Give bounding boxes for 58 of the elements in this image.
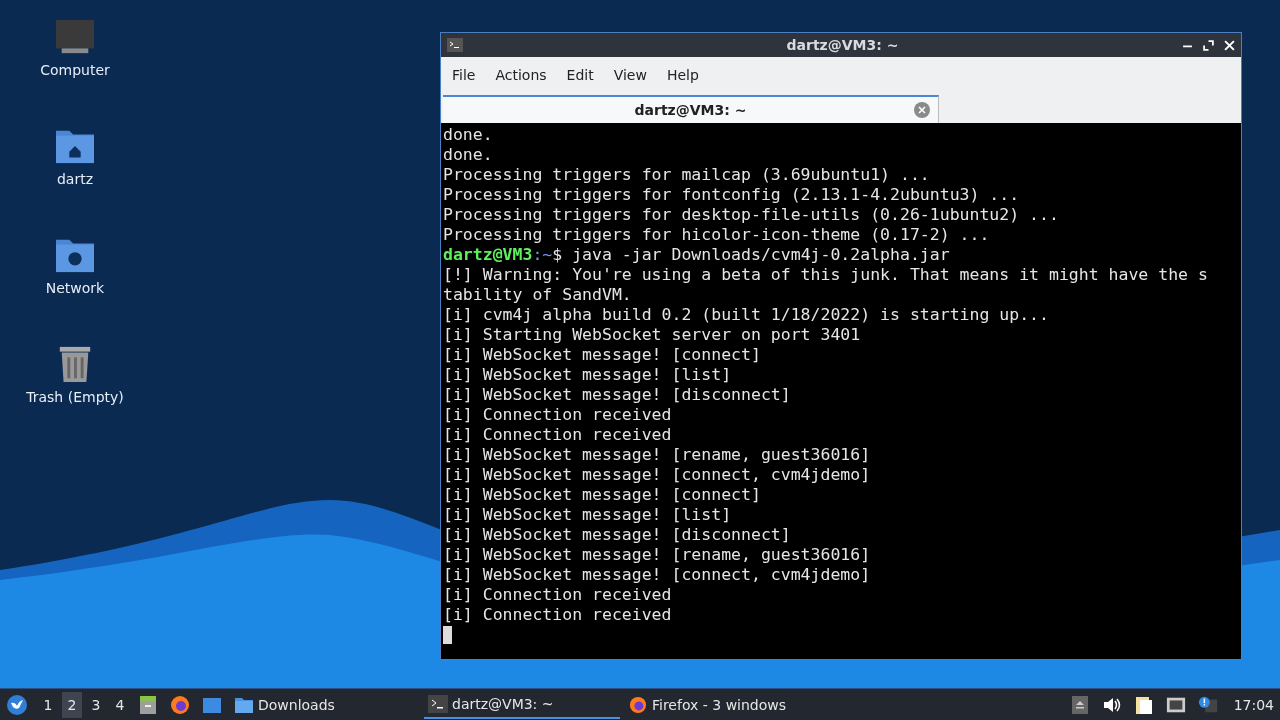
- clipboard-icon[interactable]: [1133, 694, 1154, 715]
- menu-item[interactable]: File: [452, 67, 476, 83]
- workspace-button[interactable]: 1: [38, 691, 58, 718]
- output-line: Processing triggers for hicolor-icon-theme (0.17-2) ...: [443, 225, 990, 245]
- notification-icon[interactable]: [1197, 694, 1218, 715]
- output-line: Processing triggers for fontconfig (2.13.1-4.2ubuntu3) ...: [443, 185, 1020, 205]
- output-line: done.: [443, 125, 493, 145]
- desktop-icon-label[interactable]: dartz: [56, 171, 94, 187]
- output-line: [i] cvm4j alpha build 0.2 (built 1/18/2022) is starting up...: [443, 305, 1049, 325]
- output-line: done.: [443, 145, 493, 165]
- task-button[interactable]: Downloads: [230, 690, 420, 719]
- file-cabinet-icon[interactable]: [138, 694, 158, 715]
- output-line: [i] WebSocket message! [rename, guest36016]: [443, 445, 871, 465]
- task-button[interactable]: dartz@VM3: ~: [424, 690, 620, 719]
- output-line: [i] WebSocket message! [connect]: [443, 345, 761, 365]
- output-line: tability of SandVM.: [443, 285, 632, 305]
- output-line: [i] WebSocket message! [connect, cvm4jdemo]: [443, 465, 871, 485]
- text-cursor: [443, 626, 452, 644]
- output-line: Processing triggers for desktop-file-utils (0.26-1ubuntu2) ...: [443, 205, 1059, 225]
- output-line: [i] WebSocket message! [list]: [443, 365, 732, 385]
- desktop-icon-label[interactable]: Network: [45, 280, 105, 296]
- menu-item[interactable]: View: [613, 67, 647, 83]
- output-line: [i] Connection received: [443, 585, 672, 605]
- terminal-icon: [447, 38, 463, 52]
- clock[interactable]: 17:04: [1233, 696, 1274, 713]
- output-line: [i] WebSocket message! [connect]: [443, 485, 761, 505]
- maximize-icon[interactable]: [1203, 39, 1214, 51]
- folder-icon: [234, 695, 254, 714]
- firefox-icon: [628, 695, 648, 714]
- eject-icon[interactable]: [1069, 694, 1090, 715]
- terminal-tab[interactable]: dartz@VM3: ~: [443, 95, 939, 123]
- output-line: [i] WebSocket message! [list]: [443, 505, 732, 525]
- workspace-button[interactable]: 2: [62, 691, 82, 718]
- output-line: [i] WebSocket message! [disconnect]: [443, 525, 791, 545]
- desktop-icon-label[interactable]: Computer: [40, 62, 110, 78]
- terminal-icon: [428, 694, 448, 713]
- menu-item[interactable]: Edit: [566, 67, 594, 83]
- output-line: [i] WebSocket message! [rename, guest36016]: [443, 545, 871, 565]
- output-line: [i] Connection received: [443, 425, 672, 445]
- output-line: Processing triggers for mailcap (3.69ubuntu1) ...: [443, 165, 930, 185]
- window-title: dartz@VM3: ~: [785, 37, 899, 53]
- output-line: [i] Starting WebSocket server on port 3401: [443, 325, 861, 345]
- output-line: [i] WebSocket message! [disconnect]: [443, 385, 791, 405]
- output-line: [i] Connection received: [443, 405, 672, 425]
- close-tab-icon[interactable]: [914, 102, 930, 118]
- firefox-icon[interactable]: [170, 694, 190, 715]
- workspace-button[interactable]: 3: [86, 691, 106, 718]
- desktop-icon-label[interactable]: Trash (Empty): [26, 389, 124, 405]
- output-line: [!] Warning: You're using a beta of this junk. That means it might have the s: [443, 265, 1208, 285]
- menu-item[interactable]: Help: [666, 67, 699, 83]
- workspace-button[interactable]: 4: [110, 691, 130, 718]
- menu-item[interactable]: Actions: [495, 67, 547, 83]
- close-icon[interactable]: [1224, 39, 1235, 51]
- task-button[interactable]: Firefox - 3 windows: [624, 690, 824, 719]
- output-line: [i] WebSocket message! [connect, cvm4jdemo]: [443, 565, 871, 585]
- computer-icon[interactable]: [54, 18, 96, 56]
- command-line: dartz@VM3:~$ java -jar Downloads/cvm4j-0.2alpha.jar: [443, 245, 950, 265]
- output-line: [i] Connection received: [443, 605, 672, 625]
